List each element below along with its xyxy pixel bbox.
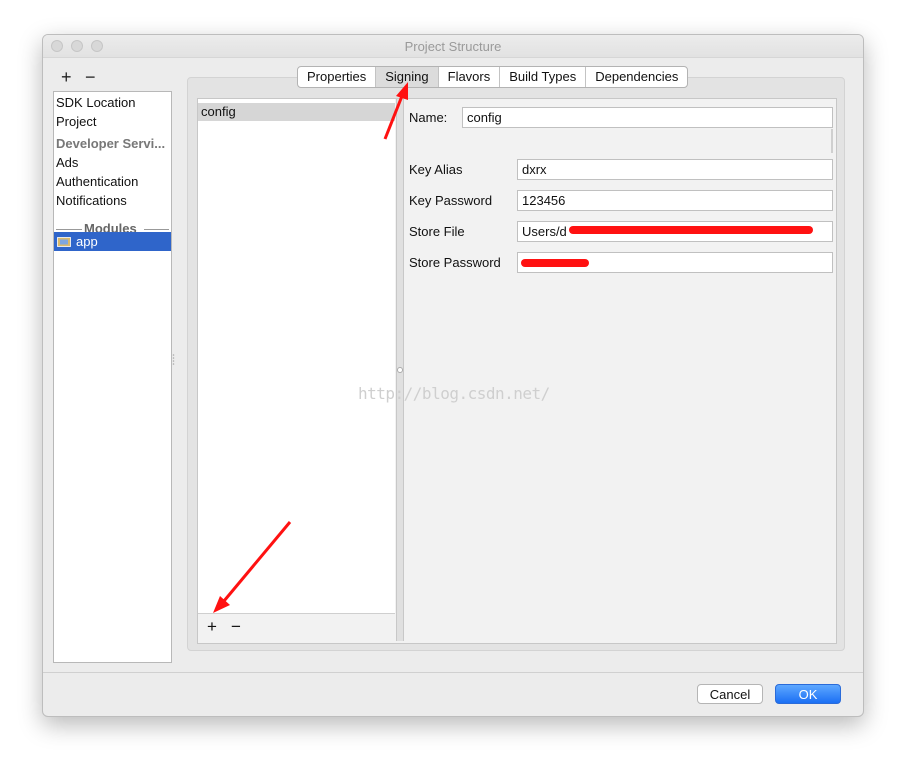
annotation-arrow-icon — [383, 82, 408, 140]
annotation-arrow-icon — [213, 521, 292, 613]
annotation-arrows — [213, 82, 408, 613]
